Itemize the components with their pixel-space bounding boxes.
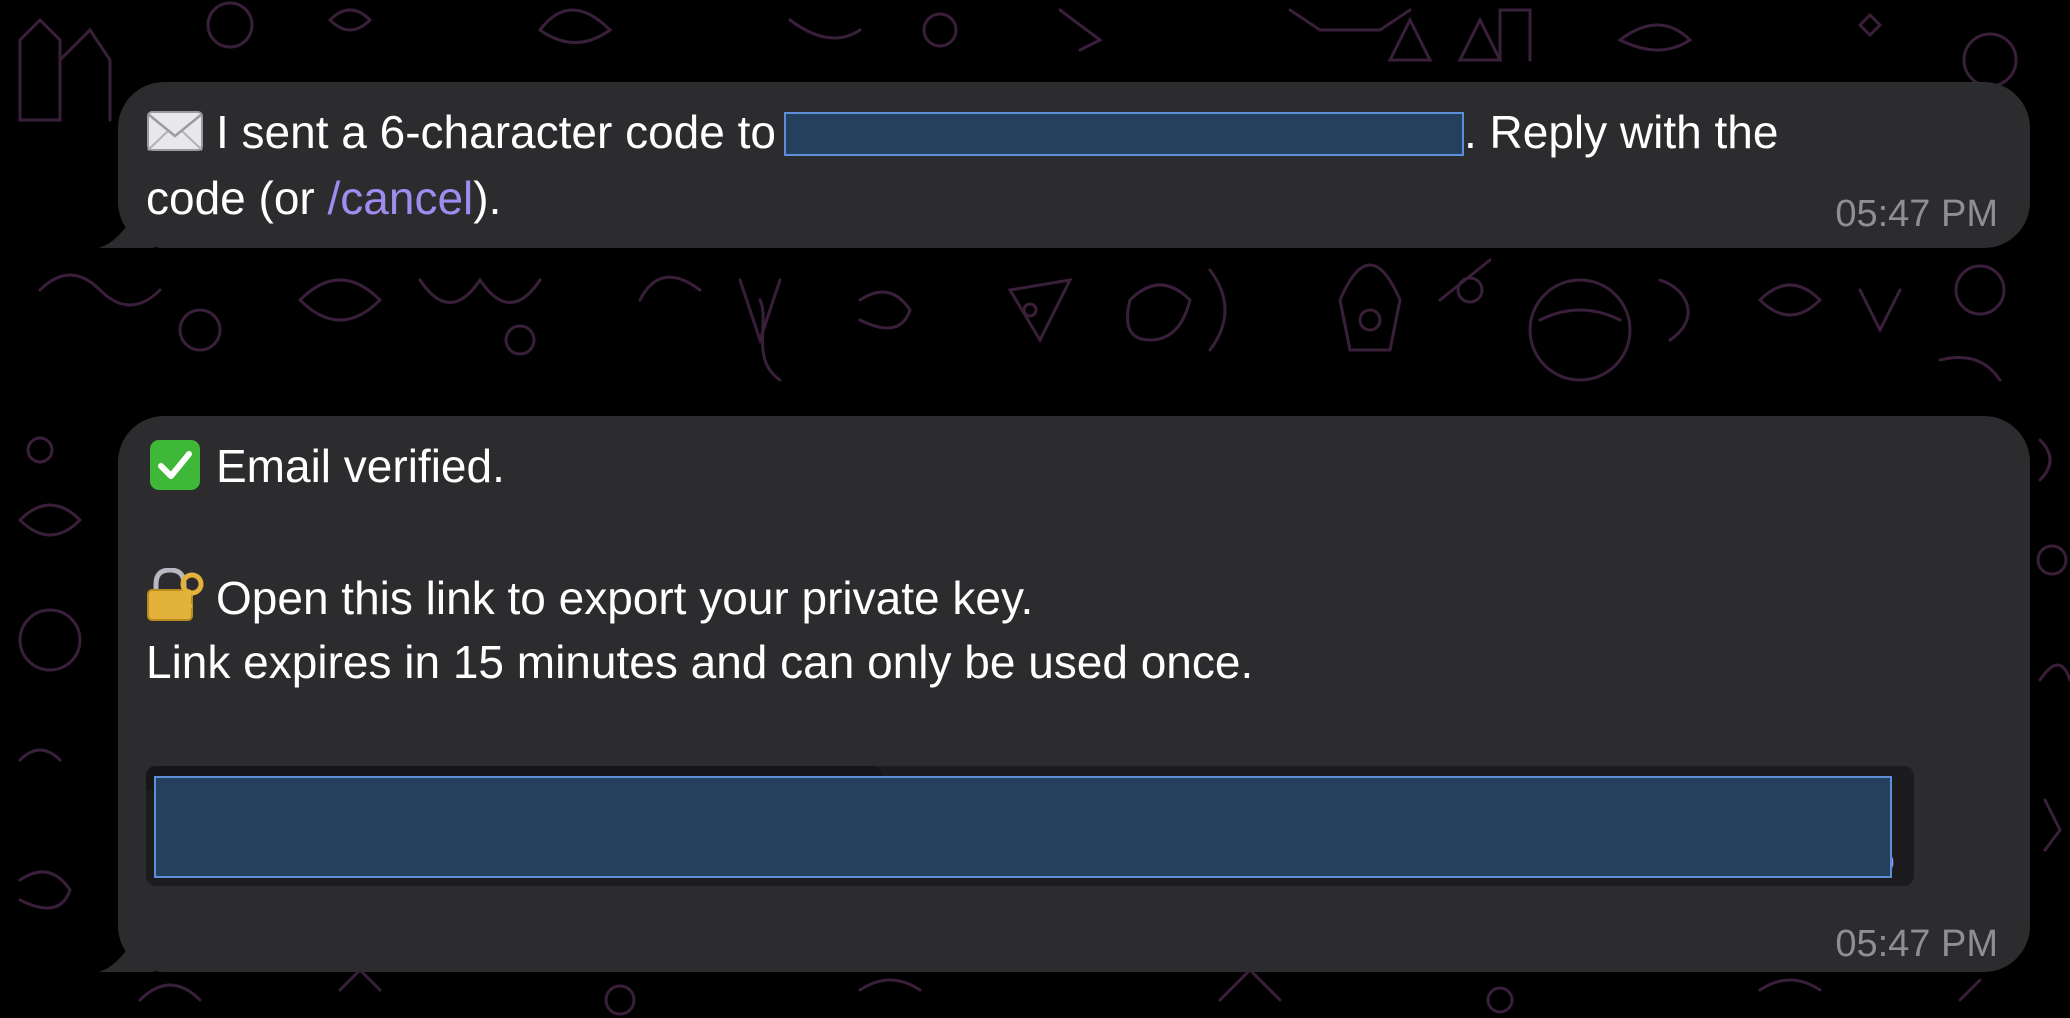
- redacted-email: [783, 112, 1464, 156]
- message-timestamp: 05:47 PM: [1835, 923, 1998, 965]
- check-mark-button-icon: [146, 440, 204, 490]
- cancel-command-link[interactable]: /cancel: [328, 172, 474, 224]
- message-text: Email verified.: [216, 440, 505, 492]
- message-timestamp: 05:47 PM: [1835, 193, 1998, 235]
- locked-with-key-icon: [146, 567, 204, 621]
- redacted-export-link: [154, 776, 1892, 878]
- message-text: I sent a 6-character code to: [216, 106, 776, 158]
- message-text: . Reply with the: [1463, 106, 1779, 158]
- message-text: Link expires in 15 minutes and can only …: [146, 636, 1254, 688]
- message-text: ).: [473, 172, 502, 224]
- message-line-1: I sent a 6-character code to . Reply with…: [146, 104, 1778, 160]
- message-bubble-export-key[interactable]: Email verified. Open this link to export…: [118, 416, 2030, 972]
- message-line-email-verified: Email verified.: [146, 438, 505, 494]
- message-line-open-link: Open this link to export your private ke…: [146, 567, 1034, 626]
- message-bubble-verification-code[interactable]: I sent a 6-character code to . Reply with…: [118, 82, 2030, 248]
- message-text: Open this link to export your private ke…: [216, 572, 1034, 624]
- message-text: code (or: [146, 172, 328, 224]
- envelope-icon: [146, 106, 204, 156]
- message-line-2: code (or /cancel).: [146, 170, 501, 226]
- message-line-expiry: Link expires in 15 minutes and can only …: [146, 634, 1253, 690]
